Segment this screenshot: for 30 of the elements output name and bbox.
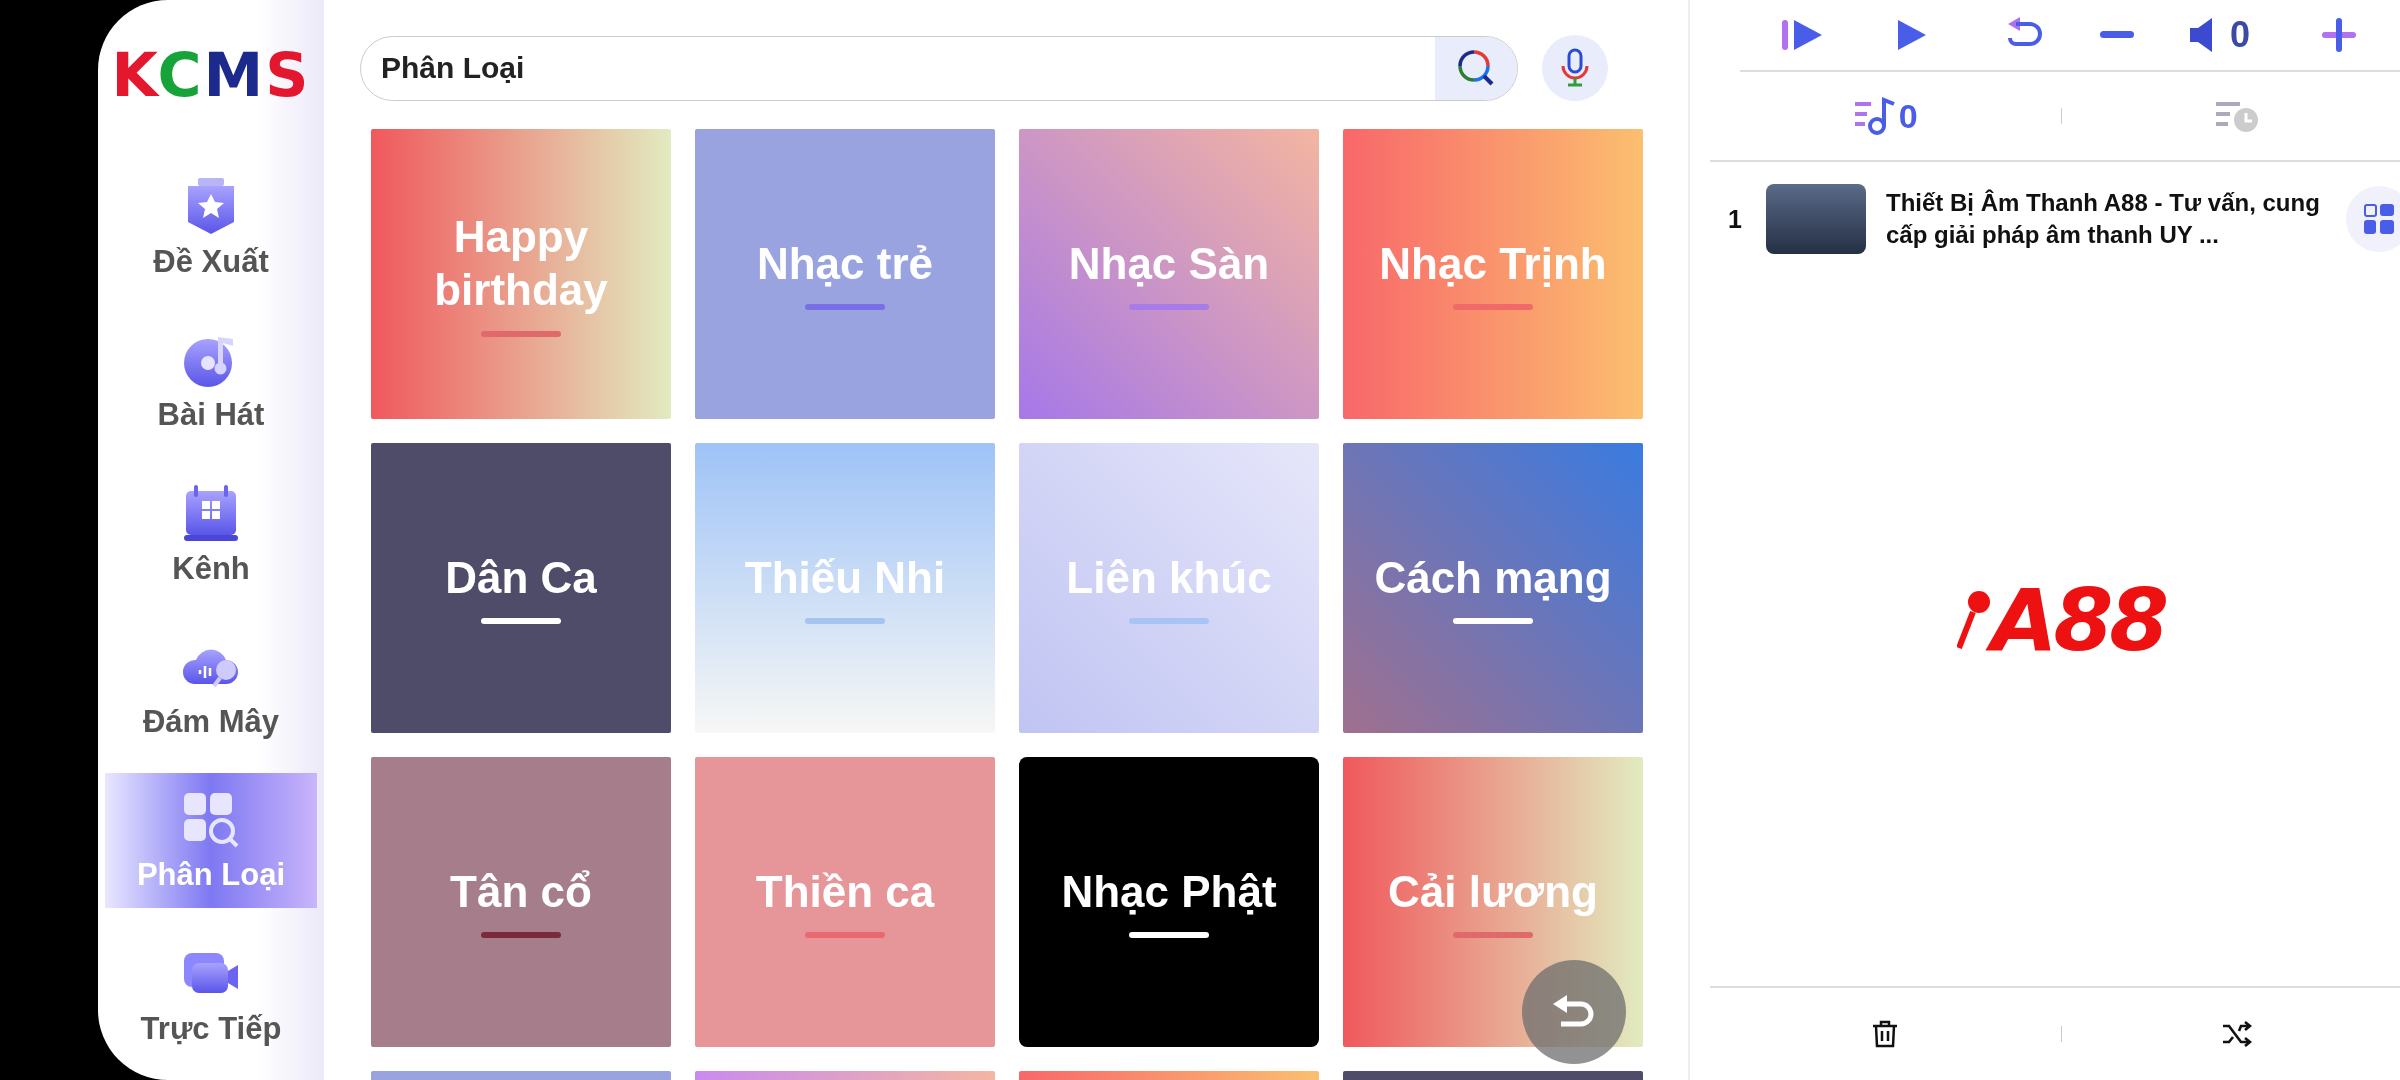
category-tile[interactable]: Dân Ca [371, 443, 671, 733]
song-title[interactable]: Thiết Bị Âm Thanh A88 - Tư vấn, cung cấp giải pháp âm thanh UY ... [1886, 186, 2326, 252]
shuffle-button[interactable] [2221, 1021, 2252, 1047]
logo-letter: K [111, 40, 158, 110]
trash-button[interactable] [1872, 1020, 1899, 1048]
volume-down-button[interactable] [2100, 31, 2134, 39]
queue-tab[interactable]: 0 [1852, 96, 1918, 136]
search-button[interactable] [1435, 36, 1517, 100]
sidebar-item[interactable]: Phân Loại [105, 773, 317, 908]
song-number: 1 [1728, 204, 1743, 234]
sidebar-item[interactable]: Kênh [105, 466, 317, 601]
search-icon [1456, 48, 1496, 88]
sidebar-item[interactable]: Trực Tiếp [105, 926, 317, 1061]
volume-level: 0 [2230, 14, 2251, 56]
speaker-icon [2190, 18, 2214, 52]
sidebar-item[interactable]: Đề Xuất [105, 160, 317, 295]
logo-letter: M [203, 40, 266, 110]
grid-icon [2364, 204, 2394, 234]
category-tile[interactable]: Cải lương [1343, 757, 1643, 1047]
category-tile[interactable]: Cách mạng [1343, 443, 1643, 733]
category-tile[interactable]: Tân cổ [371, 757, 671, 1047]
sidebar-item[interactable]: Bài Hát [105, 313, 317, 448]
sidebar-item[interactable]: Đám Mây [105, 620, 317, 755]
brand-logo: A88 [1956, 570, 2166, 670]
search-field[interactable]: Phân Loại [361, 50, 1435, 86]
volume-up-button[interactable] [2322, 18, 2357, 52]
options-button[interactable] [2346, 186, 2400, 252]
logo-letter: S [265, 40, 311, 110]
play-button[interactable] [1898, 20, 1926, 50]
category-tile[interactable]: Nhạc Phật [1019, 757, 1319, 1047]
